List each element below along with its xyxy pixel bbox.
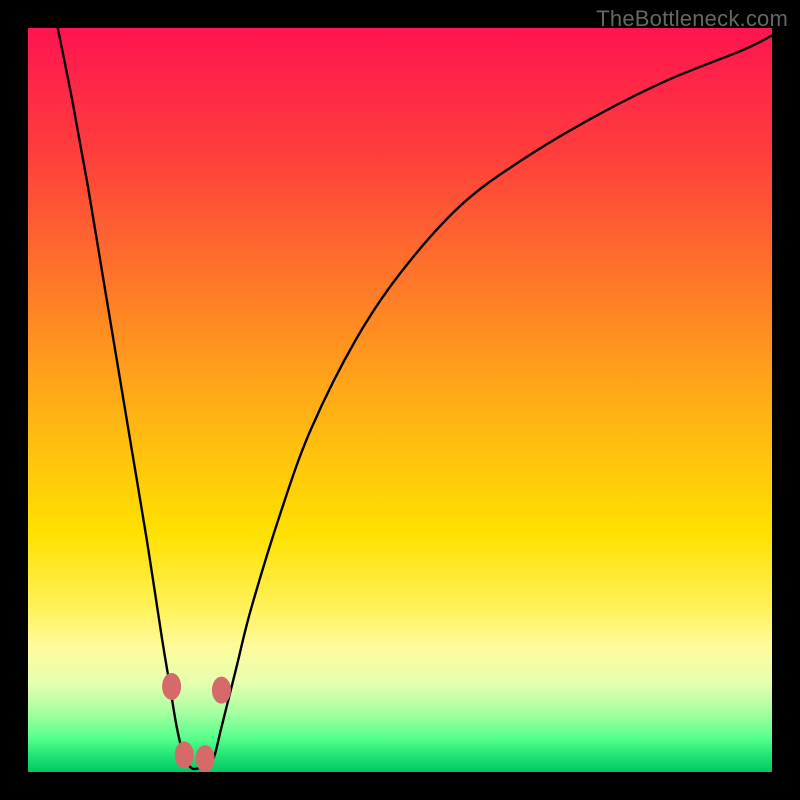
curve-marker-3: [212, 677, 230, 703]
curve-markers: [163, 673, 231, 771]
curve-marker-2: [196, 746, 214, 772]
chart-frame: TheBottleneck.com: [0, 0, 800, 800]
curve-marker-1: [175, 742, 193, 768]
curve-marker-0: [163, 673, 181, 699]
plot-area: [28, 28, 772, 772]
bottleneck-curve: [58, 28, 772, 769]
curve-layer: [28, 28, 772, 772]
